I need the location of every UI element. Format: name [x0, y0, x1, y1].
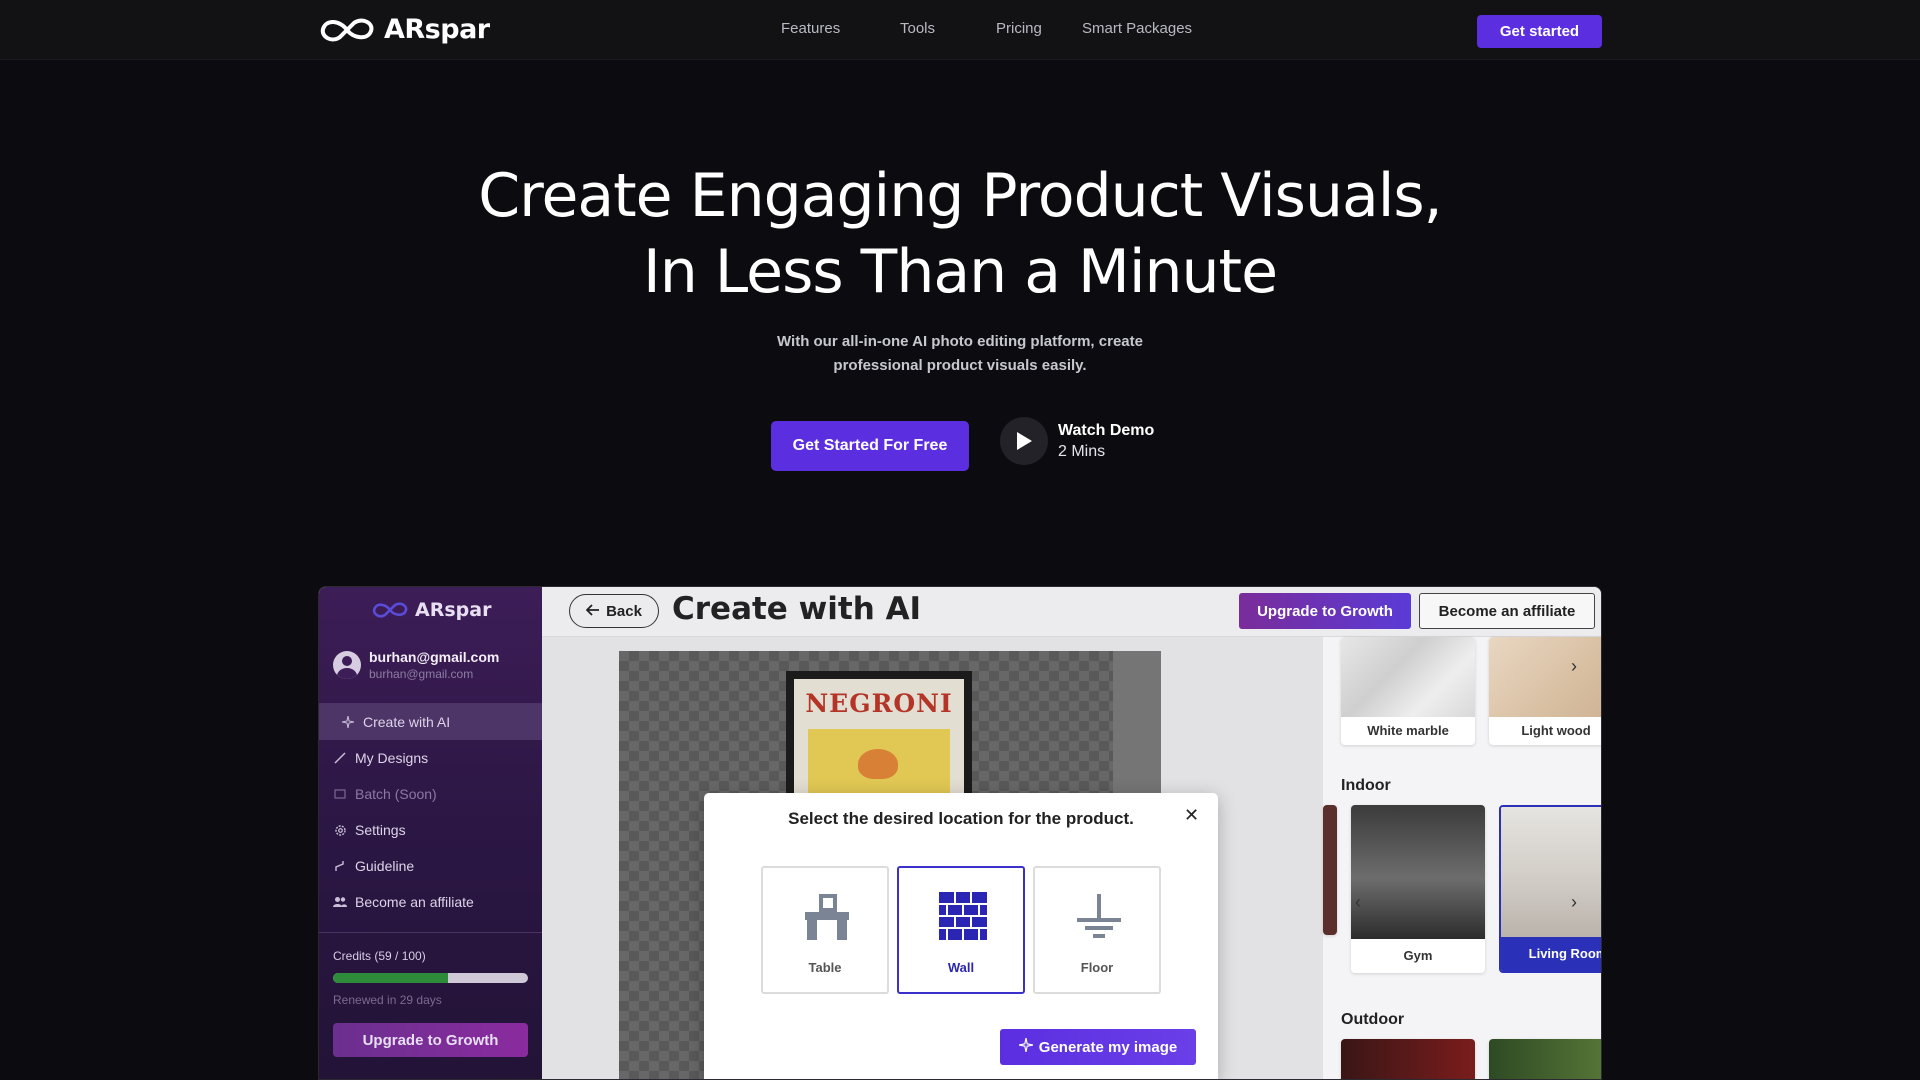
- get-started-button[interactable]: Get started: [1477, 15, 1602, 48]
- page-title: Create with AI: [672, 591, 922, 627]
- sidebar-item-label: My Designs: [355, 750, 429, 766]
- nav-link-pricing[interactable]: Pricing: [996, 20, 1042, 37]
- modal-title: Select the desired location for the prod…: [788, 809, 1134, 828]
- outdoor-section-title: Outdoor: [1341, 1011, 1405, 1028]
- sidebar-item-label: Guideline: [355, 858, 415, 874]
- location-modal: Select the desired location for the prod…: [704, 793, 1218, 1079]
- credits-progress-bar: [333, 973, 528, 983]
- back-label: Back: [606, 602, 642, 620]
- user-email: burhan@gmail.com: [369, 667, 474, 681]
- hero-subtitle: With our all-in-one AI photo editing pla…: [760, 330, 1160, 378]
- option-wall-selected[interactable]: Wall: [897, 866, 1025, 994]
- hero-title-line-1: Create Engaging Product Visuals,: [478, 161, 1443, 231]
- hero-subtitle-line-1: With our all-in-one AI photo editing pla…: [777, 333, 1143, 350]
- sidebar-item-label: Become an affiliate: [355, 894, 474, 910]
- option-label: Table: [808, 960, 842, 975]
- chevron-right-icon[interactable]: ›: [1563, 655, 1585, 677]
- thumbnail-label: Living Room: [1501, 937, 1601, 971]
- hero-subtitle-line-2: professional product visuals easily.: [833, 357, 1087, 374]
- app-topbar: Back Create with AI Upgrade to Growth Be…: [542, 587, 1601, 637]
- sidebar-item-label: Settings: [355, 822, 406, 838]
- option-floor[interactable]: Floor: [1033, 866, 1161, 994]
- outdoor-thumbnail[interactable]: [1341, 1039, 1475, 1079]
- brush-icon: [333, 751, 347, 765]
- renewal-text: Renewed in 29 days: [333, 993, 442, 1007]
- option-label: Wall: [947, 960, 975, 975]
- sidebar-logo: ARspar: [371, 599, 491, 621]
- sidebar-item-guideline[interactable]: Guideline: [319, 848, 542, 884]
- table-icon: [805, 894, 849, 940]
- chevron-right-icon[interactable]: ›: [1563, 891, 1585, 913]
- route-icon: [333, 859, 347, 873]
- users-icon: [333, 895, 347, 909]
- gear-icon: [333, 823, 347, 837]
- light-wood-thumbnail: [1489, 637, 1601, 717]
- generate-image-button[interactable]: Generate my image: [1000, 1029, 1196, 1065]
- nav-link-smart-packages[interactable]: Smart Packages: [1082, 20, 1192, 37]
- play-icon[interactable]: [1000, 417, 1048, 465]
- app-sidebar: ARspar burhan@gmail.com burhan@gmail.com…: [319, 587, 542, 1079]
- backgrounds-panel: White marble Light wood › Indoor Gym Liv…: [1323, 637, 1601, 1079]
- nav-link-tools[interactable]: Tools: [900, 20, 935, 37]
- hero-title: Create Engaging Product Visuals, In Less…: [0, 158, 1920, 310]
- sidebar-item-my-designs[interactable]: My Designs: [319, 740, 542, 776]
- sidebar-item-batch[interactable]: Batch (Soon): [319, 776, 542, 812]
- app-preview: ARspar burhan@gmail.com burhan@gmail.com…: [318, 586, 1602, 1080]
- hero-title-line-2: In Less Than a Minute: [643, 237, 1278, 307]
- user-profile[interactable]: burhan@gmail.com burhan@gmail.com: [333, 649, 499, 681]
- sidebar-item-label: Batch (Soon): [355, 786, 437, 802]
- thumbnail-label: White marble: [1367, 723, 1449, 738]
- sparkle-icon: [1018, 1037, 1033, 1056]
- watch-demo-label: Watch Demo: [1058, 422, 1155, 439]
- watch-demo-button[interactable]: Watch Demo 2 Mins: [1000, 417, 1154, 465]
- infinity-logo-icon: [372, 602, 408, 618]
- option-table[interactable]: Table: [761, 866, 889, 994]
- sparkle-icon: [341, 715, 355, 729]
- demo-duration: 2 Mins: [1058, 443, 1106, 460]
- surface-light-wood[interactable]: Light wood: [1489, 637, 1601, 745]
- sidebar-item-settings[interactable]: Settings: [319, 812, 542, 848]
- top-navbar: ARspar Features Tools Pricing Smart Pack…: [0, 0, 1920, 60]
- get-started-free-button[interactable]: Get Started For Free: [771, 421, 969, 471]
- chevron-left-icon[interactable]: ‹: [1347, 891, 1369, 913]
- sidebar-divider: [319, 932, 542, 933]
- option-label: Floor: [1080, 960, 1114, 975]
- surface-white-marble[interactable]: White marble: [1341, 637, 1475, 745]
- nav-link-features[interactable]: Features: [781, 20, 840, 37]
- close-icon[interactable]: ✕: [1184, 805, 1199, 826]
- white-marble-thumbnail: [1341, 637, 1475, 717]
- thumbnail-label: Gym: [1403, 948, 1433, 963]
- topbar-affiliate-button[interactable]: Become an affiliate: [1419, 593, 1595, 629]
- indoor-gym[interactable]: Gym: [1351, 805, 1485, 973]
- brand-name: ARspar: [384, 14, 490, 45]
- indoor-section-title: Indoor: [1341, 777, 1391, 794]
- back-button[interactable]: Back: [569, 594, 659, 628]
- sidebar-item-create-with-ai[interactable]: Create with AI: [319, 704, 542, 740]
- credits-progress-fill: [333, 973, 449, 983]
- brick-wall-icon: [939, 892, 987, 940]
- user-name: burhan@gmail.com: [369, 649, 500, 665]
- indoor-living-room-selected[interactable]: Living Room: [1499, 805, 1601, 973]
- brand-logo[interactable]: ARspar: [318, 14, 490, 45]
- credits-label: Credits (59 / 100): [333, 949, 426, 963]
- living-room-thumbnail: [1501, 807, 1601, 939]
- thumbnail-label: Light wood: [1521, 723, 1591, 738]
- sidebar-upgrade-button[interactable]: Upgrade to Growth: [333, 1023, 528, 1057]
- topbar-upgrade-button[interactable]: Upgrade to Growth: [1239, 593, 1411, 629]
- floor-icon: [1077, 894, 1121, 938]
- gym-thumbnail: [1351, 805, 1485, 939]
- sidebar-item-label: Create with AI: [363, 714, 451, 730]
- sidebar-brand-name: ARspar: [415, 599, 492, 621]
- arrow-left-icon: [585, 603, 600, 620]
- sidebar-item-become-affiliate[interactable]: Become an affiliate: [319, 884, 542, 920]
- infinity-logo-icon: [320, 18, 374, 41]
- images-icon: [333, 787, 347, 801]
- outdoor-thumbnail[interactable]: [1489, 1039, 1601, 1079]
- generate-label: Generate my image: [1038, 1038, 1178, 1056]
- indoor-thumbnail-partial: [1323, 805, 1337, 935]
- avatar: [333, 651, 361, 679]
